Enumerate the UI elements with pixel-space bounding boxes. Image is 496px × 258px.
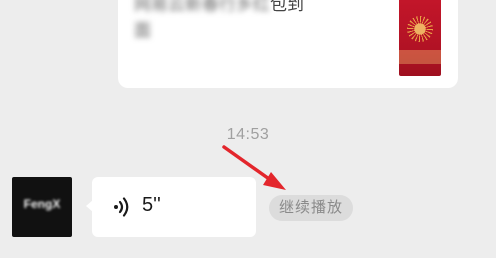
firework-graphic — [407, 16, 433, 42]
avatar[interactable]: FengX — [12, 177, 72, 237]
link-card[interactable]: 网易云新春行乡红包到 面 — [118, 0, 458, 88]
link-card-title: 网易云新春行乡红包到 面 — [134, 0, 384, 44]
resume-playback-button[interactable]: 继续播放 — [269, 195, 354, 221]
link-card-title-line2: 面 — [134, 21, 151, 40]
voice-wave-icon — [114, 197, 129, 217]
voice-duration: 5'' — [142, 194, 161, 216]
link-card-title-visible: 包到 — [270, 0, 304, 14]
red-packet-thumbnail — [399, 0, 441, 76]
link-card-title-blurred: 网易云新春行乡红 — [134, 0, 270, 14]
avatar-text: FengX — [23, 197, 61, 211]
thumbnail-band — [399, 50, 441, 64]
message-timestamp: 14:53 — [226, 126, 270, 143]
